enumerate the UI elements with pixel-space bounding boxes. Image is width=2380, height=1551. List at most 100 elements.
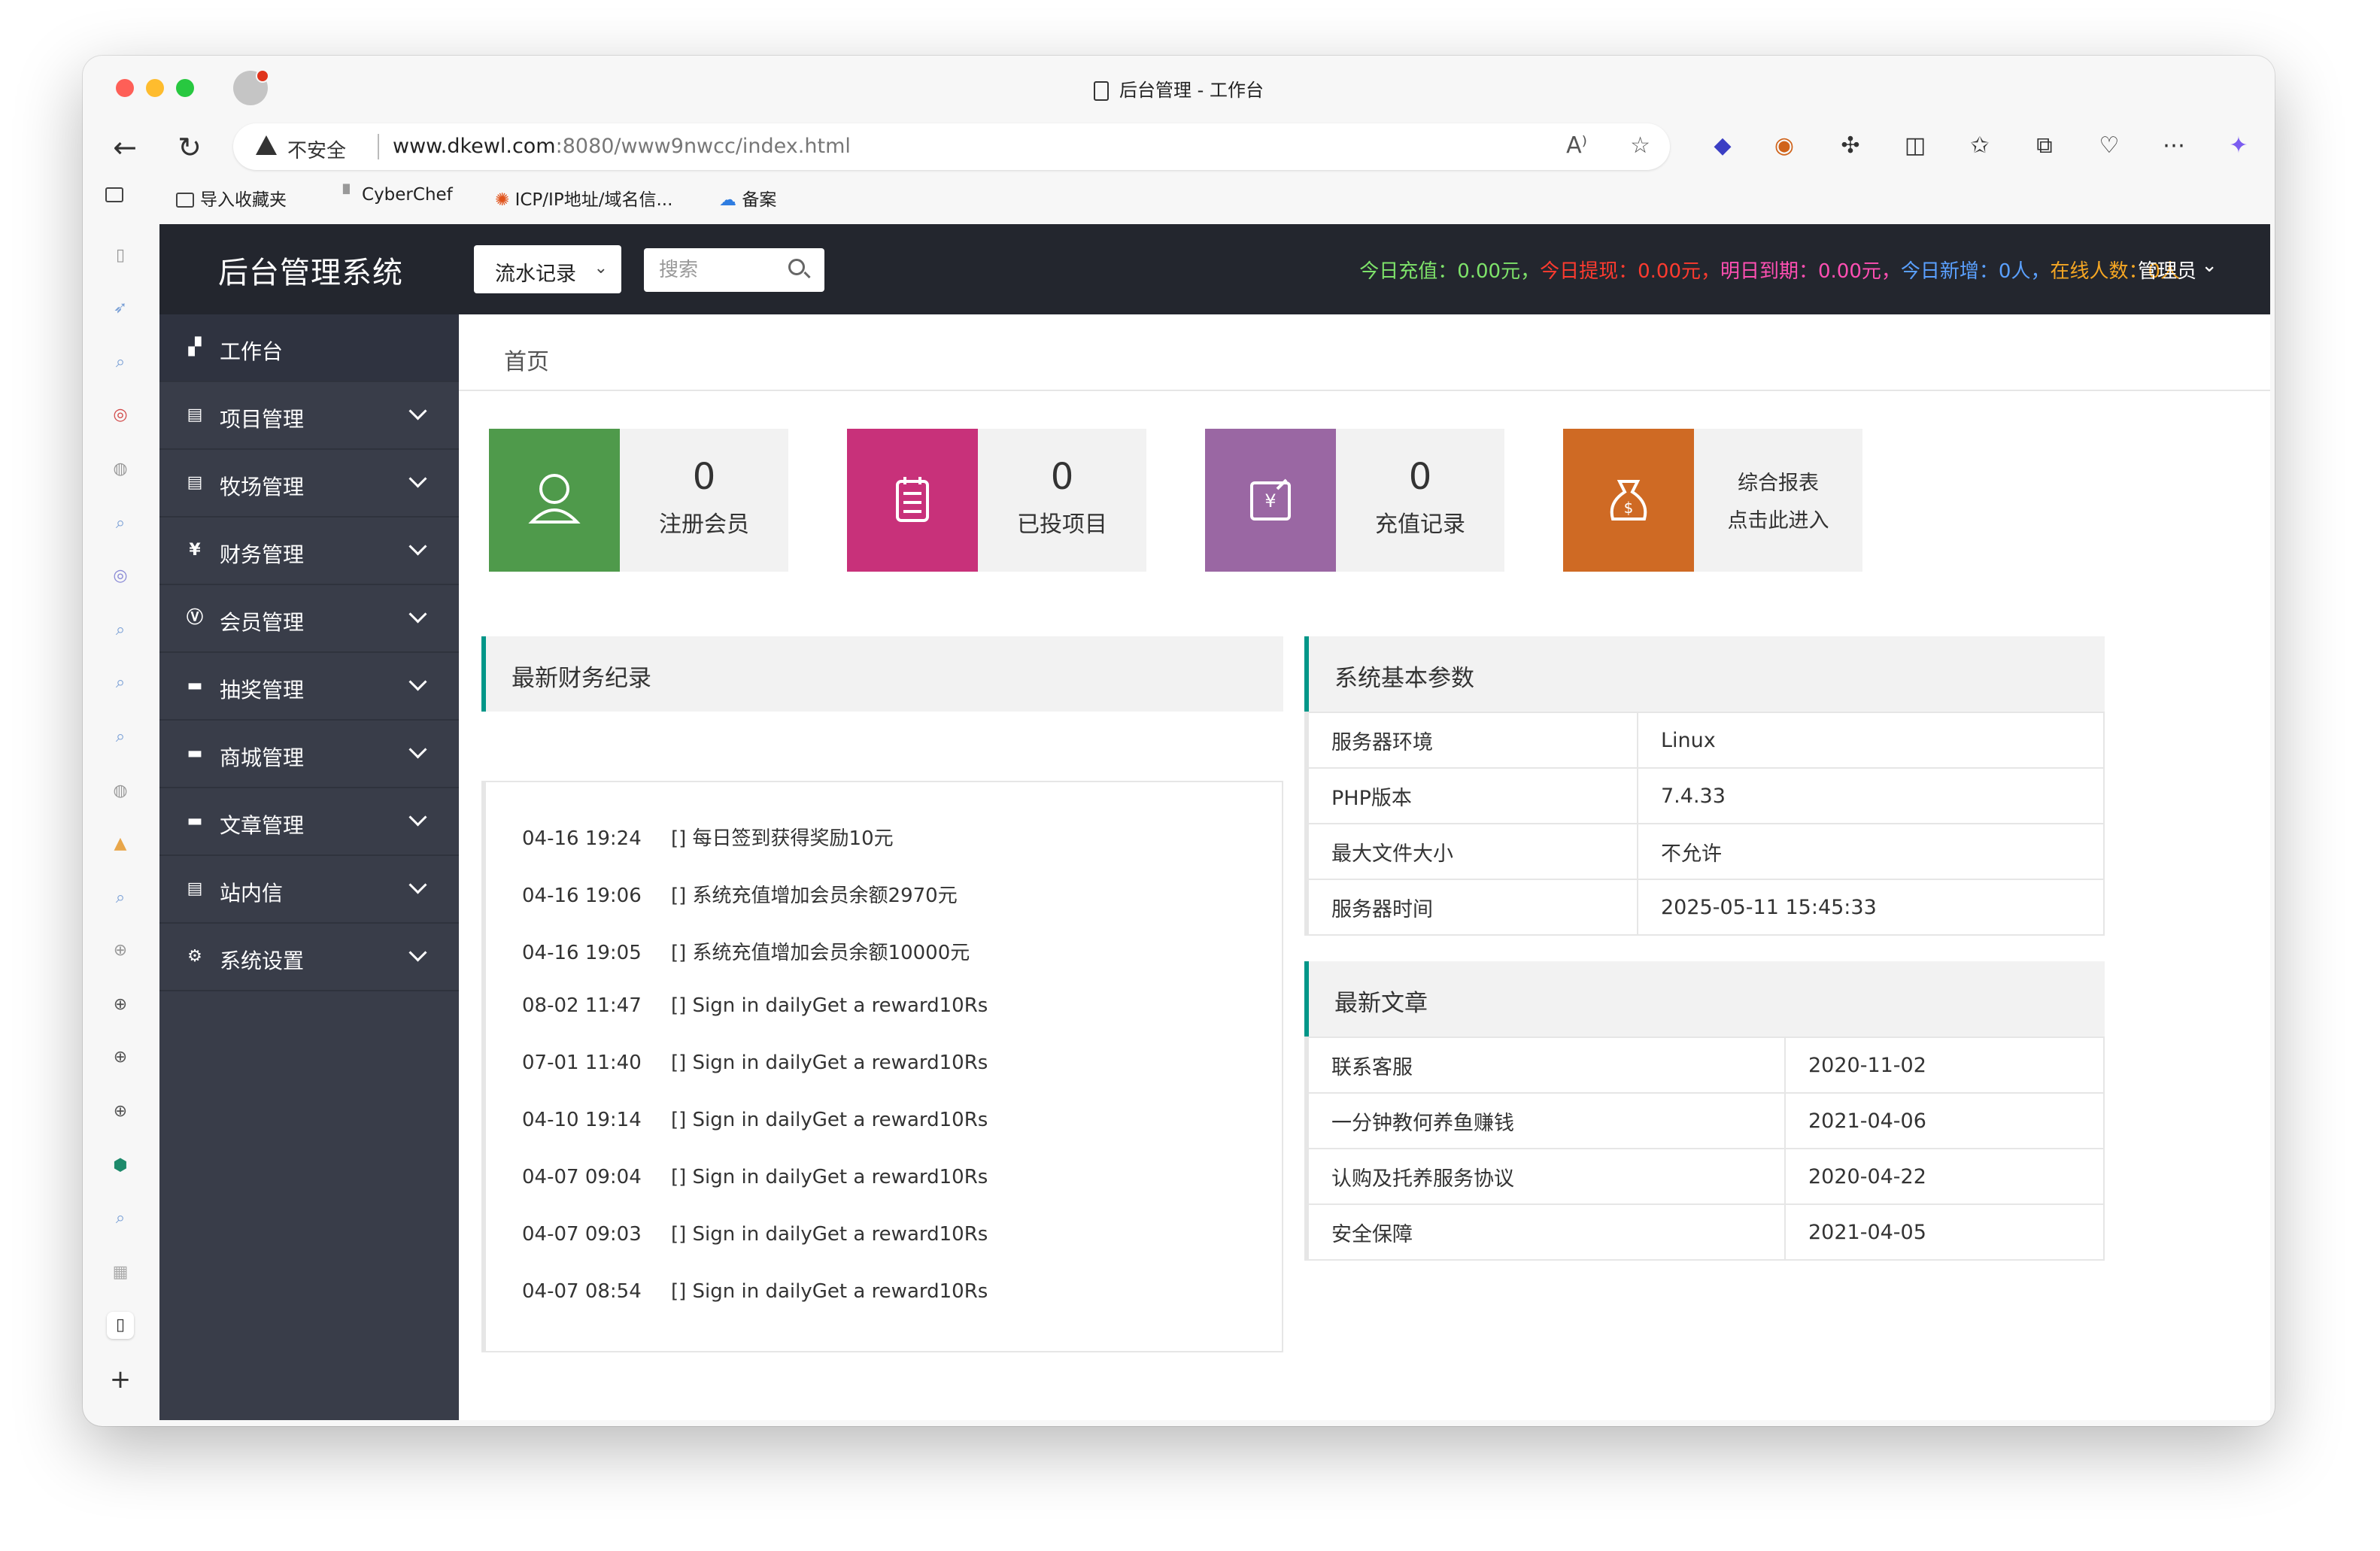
sidebar-item-messages[interactable]: ▤ 站内信 (159, 856, 459, 924)
tab-link-icon[interactable]: ⊕ (107, 991, 134, 1018)
tab-link-icon[interactable]: ⊕ (107, 1044, 134, 1071)
sidebar-item-members[interactable]: Ⓥ 会员管理 (159, 585, 459, 653)
list-item: 04-16 19:24 [] 每日签到获得奖励10元 (522, 823, 894, 851)
record-time: 07-01 11:40 (522, 1052, 642, 1074)
more-menu-icon[interactable]: ⋯ (2157, 129, 2190, 162)
new-tab-icon[interactable]: + (107, 1366, 134, 1393)
card-invested-projects[interactable]: 0 已投项目 (847, 429, 1146, 572)
back-icon[interactable]: ← (104, 126, 146, 168)
tab-avatar-icon[interactable]: ◍ (107, 778, 134, 805)
table-row[interactable]: 认购及托养服务协议 2020-04-22 (1304, 1148, 2105, 1205)
tab-link-icon[interactable]: ⊕ (107, 937, 134, 964)
bookmark-import[interactable]: 导入收藏夹 (176, 185, 287, 211)
copilot-icon[interactable]: ✦ (2222, 129, 2255, 162)
tab-ring-icon[interactable]: ◎ (107, 402, 134, 429)
panel-title: 系统基本参数 (1334, 665, 1474, 692)
breadcrumb[interactable]: 首页 (504, 343, 549, 376)
tab-search-icon[interactable]: ⌕ (107, 885, 134, 912)
sidebar-item-projects[interactable]: ▤ 项目管理 (159, 382, 459, 450)
header-stats: 今日充值：0.00元，今日提现：0.00元，明日到期：0.00元，今日新增：0人… (1359, 256, 2180, 284)
stat-today-recharge: 今日充值：0.00元， (1359, 260, 1541, 283)
chevron-down-icon (408, 808, 427, 827)
card-registered-members[interactable]: 0 注册会员 (489, 429, 788, 572)
folder-icon (176, 193, 194, 208)
insecure-label[interactable]: 不安全 (287, 135, 346, 163)
panel-title: 最新文章 (1334, 990, 1428, 1017)
extension-ring-icon[interactable]: ◉ (1768, 129, 1801, 162)
sidebar-item-finance[interactable]: ¥ 财务管理 (159, 518, 459, 585)
reload-icon[interactable]: ↻ (168, 126, 211, 168)
card-summary-report[interactable]: $ 综合报表 点击此进入 (1563, 429, 1862, 572)
sidebar-toggle-icon[interactable] (105, 185, 129, 205)
tab-bird-icon[interactable]: ➶ (107, 295, 134, 322)
table-row[interactable]: 联系客服 2020-11-02 (1304, 1037, 2105, 1094)
main-content: 首页 0 注册会员 0 已投项目 ¥ 0 充值记录 $ 综合报表 点击此进入 最… (459, 314, 2270, 1420)
sidebar-item-settings[interactable]: ⚙ 系统设置 (159, 924, 459, 991)
table-row[interactable]: 安全保障 2021-04-05 (1304, 1203, 2105, 1261)
tab-triangle-icon[interactable]: ▲ (107, 830, 134, 857)
performance-icon[interactable]: ♡ (2093, 129, 2126, 162)
tab-page-icon[interactable]: ▯ (107, 242, 134, 269)
address-bar[interactable]: 不安全 www.dkewl.com:8080/www9nwcc/index.ht… (233, 123, 1670, 170)
app-logo[interactable]: 后台管理系统 (218, 248, 403, 292)
bookmark-icp[interactable]: ✺ ICP/IP地址/域名信... (495, 185, 672, 211)
tab-search-icon[interactable]: ⌕ (107, 669, 134, 697)
list-item: 08-02 11:47 [] Sign in dailyGet a reward1… (522, 994, 988, 1017)
recharge-icon: ¥ (1205, 429, 1336, 572)
chef-icon: ▘ (343, 185, 357, 205)
article-title[interactable]: 一分钟教何养鱼赚钱 (1304, 1092, 1786, 1149)
card-recharge-records[interactable]: ¥ 0 充值记录 (1205, 429, 1504, 572)
chevron-down-icon (408, 672, 427, 691)
page-icon (1094, 81, 1110, 101)
sidebar-item-articles[interactable]: ▬ 文章管理 (159, 788, 459, 856)
tab-link-icon[interactable]: ⊕ (107, 1098, 134, 1125)
bookmark-label: 导入收藏夹 (200, 190, 287, 210)
sidebar-item-ranch[interactable]: ▤ 牧场管理 (159, 450, 459, 518)
admin-menu[interactable]: 管理员 (2138, 256, 2196, 284)
record-type-select[interactable]: 流水记录 ⌄ (474, 245, 621, 293)
article-title[interactable]: 认购及托养服务协议 (1304, 1148, 1786, 1205)
url-text[interactable]: www.dkewl.com:8080/www9nwcc/index.html (393, 135, 851, 158)
article-date: 2020-04-22 (1784, 1148, 2105, 1205)
article-title[interactable]: 联系客服 (1304, 1037, 1786, 1094)
tab-search-icon[interactable]: ⌕ (107, 617, 134, 644)
extension-icon[interactable]: ◆ (1706, 129, 1739, 162)
tab-title[interactable]: 后台管理 - 工作台 (83, 75, 2275, 102)
table-row[interactable]: 一分钟教何养鱼赚钱 2021-04-06 (1304, 1092, 2105, 1149)
article-title[interactable]: 安全保障 (1304, 1203, 1786, 1261)
sidebar-item-label: 财务管理 (220, 542, 305, 567)
tab-search-icon[interactable]: ⌕ (107, 349, 134, 376)
tab-search-icon[interactable]: ⌕ (107, 724, 134, 751)
search-icon[interactable] (788, 259, 805, 275)
table-row: 服务器时间 2025-05-11 15:45:33 (1304, 879, 2105, 936)
tab-active-page-icon[interactable]: ▯ (107, 1312, 134, 1339)
collections-icon[interactable]: ⧉ (2028, 129, 2061, 162)
sidebar-item-dashboard[interactable]: ▞ 工作台 (159, 314, 459, 382)
sidebar-item-label: 文章管理 (220, 813, 305, 838)
tab-search-icon[interactable]: ⌕ (107, 510, 134, 537)
chevron-down-icon[interactable]: ⌄ (2201, 254, 2218, 277)
stat-tomorrow-due: 明日到期：0.00元， (1720, 260, 1901, 283)
split-screen-icon[interactable]: ◫ (1899, 129, 1932, 162)
record-time: 04-07 09:03 (522, 1223, 642, 1246)
sidebar-item-mall[interactable]: ▬ 商城管理 (159, 721, 459, 788)
app-header: 后台管理系统 流水记录 ⌄ 今日充值：0.00元，今日提现：0.00元，明日到期… (159, 224, 2270, 314)
favorites-icon[interactable]: ✩ (1963, 129, 1996, 162)
sidebar-item-label: 抽奖管理 (220, 678, 305, 703)
tab-avatar-icon[interactable]: ◍ (107, 456, 134, 483)
record-text: [] Sign in dailyGet a reward10Rs (671, 1223, 988, 1246)
tab-shield-icon[interactable]: ⬢ (107, 1152, 134, 1179)
tab-search-icon[interactable]: ⌕ (107, 1205, 134, 1232)
tab-circle-icon[interactable]: ◎ (107, 563, 134, 590)
user-icon (489, 429, 620, 572)
tab-image-icon[interactable]: ▦ (107, 1259, 134, 1286)
bookmark-beian[interactable]: ☁ 备案 (719, 185, 776, 211)
extensions-puzzle-icon[interactable]: ✣ (1834, 129, 1867, 162)
notepad-icon (847, 429, 978, 572)
bookmark-cyberchef[interactable]: ▘ CyberChef (343, 185, 453, 205)
list-item: 04-16 19:05 [] 系统充值增加会员余额10000元 (522, 937, 970, 965)
svg-text:¥: ¥ (1264, 490, 1276, 511)
read-aloud-icon[interactable]: A⁾ (1566, 132, 1587, 159)
sidebar-item-lottery[interactable]: ▬ 抽奖管理 (159, 653, 459, 721)
favorite-star-icon[interactable]: ☆ (1630, 132, 1650, 159)
